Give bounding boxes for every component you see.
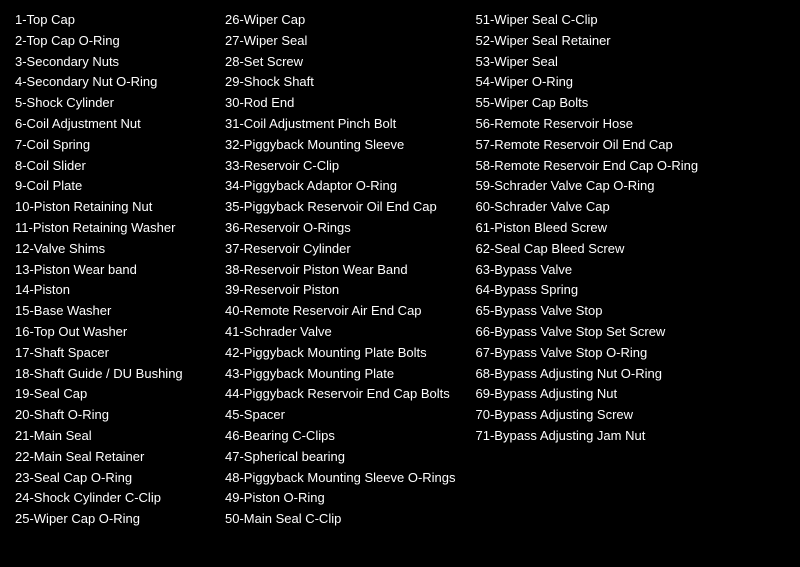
list-item: 63-Bypass Valve xyxy=(476,260,699,281)
list-item: 23-Seal Cap O-Ring xyxy=(15,468,205,489)
list-item: 19-Seal Cap xyxy=(15,384,205,405)
list-item: 51-Wiper Seal C-Clip xyxy=(476,10,699,31)
column-2: 26-Wiper Cap27-Wiper Seal28-Set Screw29-… xyxy=(215,10,466,557)
list-item: 30-Rod End xyxy=(225,93,456,114)
list-item: 32-Piggyback Mounting Sleeve xyxy=(225,135,456,156)
list-item: 61-Piston Bleed Screw xyxy=(476,218,699,239)
list-item: 66-Bypass Valve Stop Set Screw xyxy=(476,322,699,343)
list-item: 28-Set Screw xyxy=(225,52,456,73)
list-item: 59-Schrader Valve Cap O-Ring xyxy=(476,176,699,197)
list-item: 2-Top Cap O-Ring xyxy=(15,31,205,52)
list-item: 50-Main Seal C-Clip xyxy=(225,509,456,530)
list-item: 38-Reservoir Piston Wear Band xyxy=(225,260,456,281)
list-item: 6-Coil Adjustment Nut xyxy=(15,114,205,135)
list-item: 65-Bypass Valve Stop xyxy=(476,301,699,322)
list-item: 71-Bypass Adjusting Jam Nut xyxy=(476,426,699,447)
list-item: 33-Reservoir C-Clip xyxy=(225,156,456,177)
list-item: 57-Remote Reservoir Oil End Cap xyxy=(476,135,699,156)
list-item: 7-Coil Spring xyxy=(15,135,205,156)
list-item: 67-Bypass Valve Stop O-Ring xyxy=(476,343,699,364)
list-item: 24-Shock Cylinder C-Clip xyxy=(15,488,205,509)
list-item: 39-Reservoir Piston xyxy=(225,280,456,301)
list-item: 70-Bypass Adjusting Screw xyxy=(476,405,699,426)
list-item: 13-Piston Wear band xyxy=(15,260,205,281)
list-item: 34-Piggyback Adaptor O-Ring xyxy=(225,176,456,197)
list-item: 64-Bypass Spring xyxy=(476,280,699,301)
list-item: 9-Coil Plate xyxy=(15,176,205,197)
list-item: 12-Valve Shims xyxy=(15,239,205,260)
list-item: 10-Piston Retaining Nut xyxy=(15,197,205,218)
list-item: 37-Reservoir Cylinder xyxy=(225,239,456,260)
list-item: 52-Wiper Seal Retainer xyxy=(476,31,699,52)
list-item: 17-Shaft Spacer xyxy=(15,343,205,364)
list-item: 25-Wiper Cap O-Ring xyxy=(15,509,205,530)
list-item: 42-Piggyback Mounting Plate Bolts xyxy=(225,343,456,364)
list-item: 68-Bypass Adjusting Nut O-Ring xyxy=(476,364,699,385)
list-item: 53-Wiper Seal xyxy=(476,52,699,73)
list-item: 47-Spherical bearing xyxy=(225,447,456,468)
column-1: 1-Top Cap2-Top Cap O-Ring3-Secondary Nut… xyxy=(15,10,215,557)
list-item: 48-Piggyback Mounting Sleeve O-Rings xyxy=(225,468,456,489)
list-item: 55-Wiper Cap Bolts xyxy=(476,93,699,114)
list-item: 21-Main Seal xyxy=(15,426,205,447)
column-3: 51-Wiper Seal C-Clip52-Wiper Seal Retain… xyxy=(466,10,709,557)
list-item: 31-Coil Adjustment Pinch Bolt xyxy=(225,114,456,135)
list-item: 29-Shock Shaft xyxy=(225,72,456,93)
list-item: 16-Top Out Washer xyxy=(15,322,205,343)
list-item: 58-Remote Reservoir End Cap O-Ring xyxy=(476,156,699,177)
list-item: 41-Schrader Valve xyxy=(225,322,456,343)
list-item: 54-Wiper O-Ring xyxy=(476,72,699,93)
list-item: 18-Shaft Guide / DU Bushing xyxy=(15,364,205,385)
list-item: 56-Remote Reservoir Hose xyxy=(476,114,699,135)
list-item: 49-Piston O-Ring xyxy=(225,488,456,509)
list-item: 43-Piggyback Mounting Plate xyxy=(225,364,456,385)
list-item: 35-Piggyback Reservoir Oil End Cap xyxy=(225,197,456,218)
parts-list: 1-Top Cap2-Top Cap O-Ring3-Secondary Nut… xyxy=(15,10,785,557)
list-item: 15-Base Washer xyxy=(15,301,205,322)
list-item: 20-Shaft O-Ring xyxy=(15,405,205,426)
list-item: 36-Reservoir O-Rings xyxy=(225,218,456,239)
list-item: 62-Seal Cap Bleed Screw xyxy=(476,239,699,260)
list-item: 60-Schrader Valve Cap xyxy=(476,197,699,218)
list-item: 5-Shock Cylinder xyxy=(15,93,205,114)
list-item: 3-Secondary Nuts xyxy=(15,52,205,73)
list-item: 44-Piggyback Reservoir End Cap Bolts xyxy=(225,384,456,405)
list-item: 69-Bypass Adjusting Nut xyxy=(476,384,699,405)
list-item: 22-Main Seal Retainer xyxy=(15,447,205,468)
list-item: 45-Spacer xyxy=(225,405,456,426)
list-item: 40-Remote Reservoir Air End Cap xyxy=(225,301,456,322)
list-item: 14-Piston xyxy=(15,280,205,301)
list-item: 1-Top Cap xyxy=(15,10,205,31)
list-item: 26-Wiper Cap xyxy=(225,10,456,31)
list-item: 46-Bearing C-Clips xyxy=(225,426,456,447)
list-item: 11-Piston Retaining Washer xyxy=(15,218,205,239)
list-item: 8-Coil Slider xyxy=(15,156,205,177)
list-item: 4-Secondary Nut O-Ring xyxy=(15,72,205,93)
list-item: 27-Wiper Seal xyxy=(225,31,456,52)
